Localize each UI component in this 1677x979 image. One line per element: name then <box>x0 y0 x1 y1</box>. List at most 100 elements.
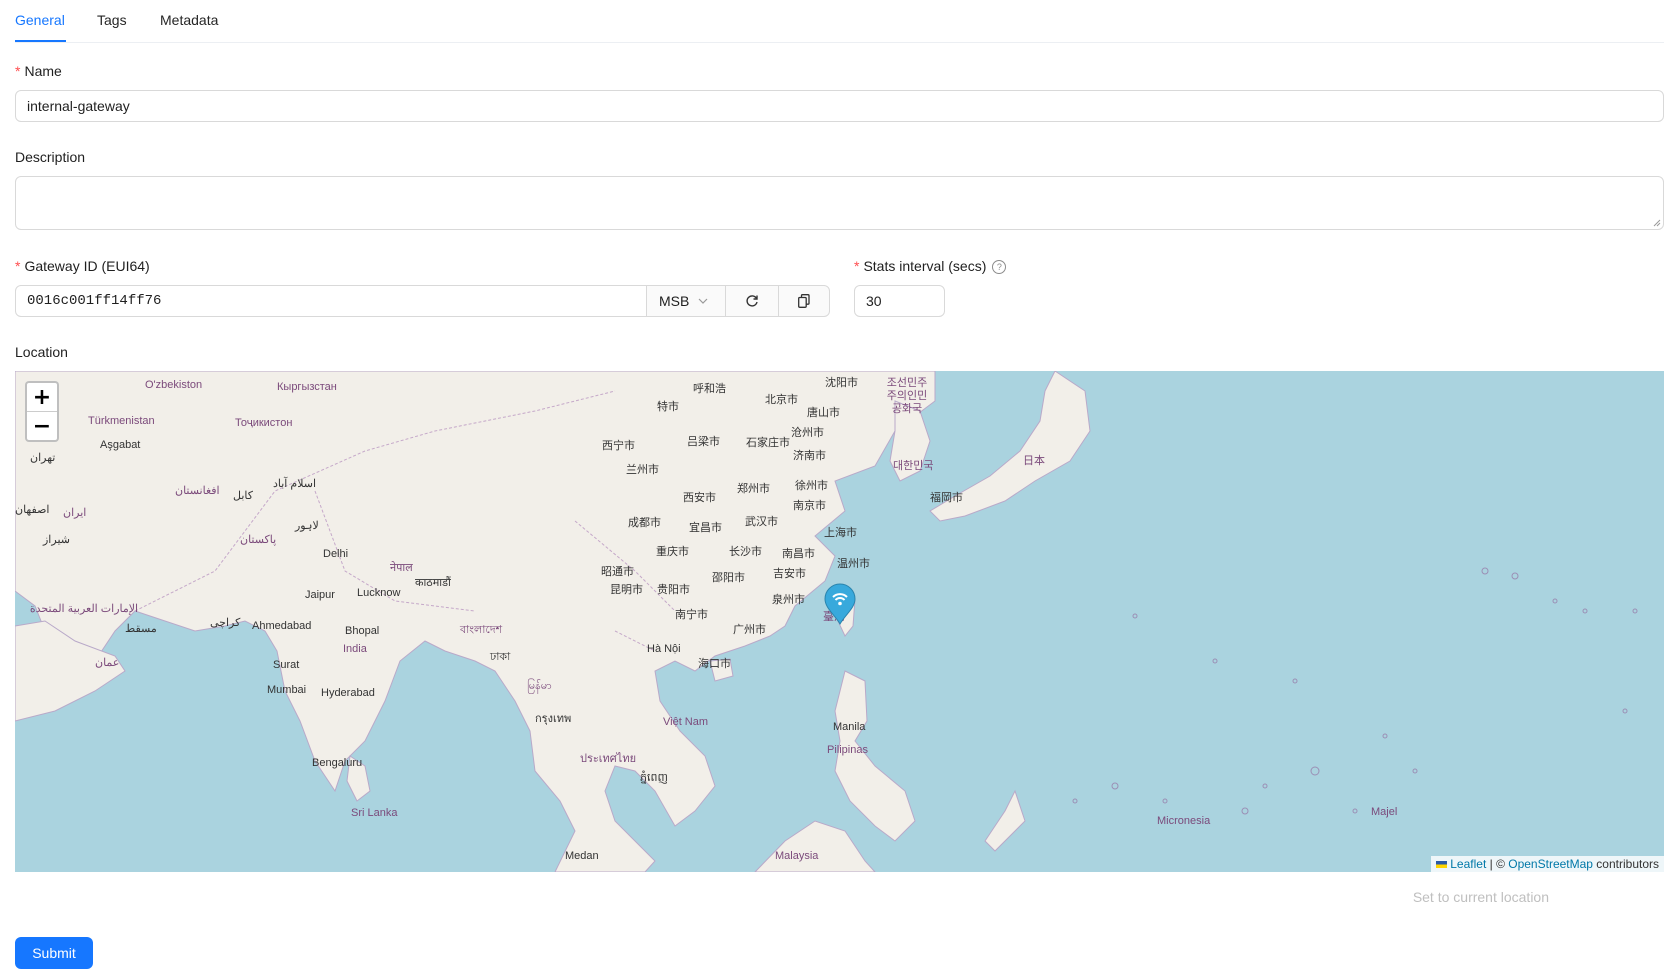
map-label: ភ្នំពេញ <box>640 772 668 784</box>
map-label: 吕梁市 <box>687 436 720 448</box>
tab-bar: General Tags Metadata <box>15 0 1664 43</box>
tab-metadata[interactable]: Metadata <box>160 12 218 28</box>
map-label: Bengaluru <box>312 757 363 769</box>
refresh-icon <box>746 295 758 307</box>
required-marker: * <box>854 258 860 274</box>
byte-order-select[interactable]: MSB <box>646 285 726 317</box>
map-label: Pilipinas <box>827 744 868 756</box>
map-label: 南昌市 <box>782 548 815 560</box>
map-label: काठमाडौं <box>415 577 451 589</box>
description-textarea[interactable] <box>15 176 1664 230</box>
location-label: Location <box>15 344 68 360</box>
map-label: Sri Lanka <box>351 807 398 819</box>
map-label: 조선민주주의인민공화국 <box>886 377 928 415</box>
map-label: 南宁市 <box>675 609 708 621</box>
gateway-id-input[interactable]: 0016c001ff14ff76 <box>15 285 647 317</box>
map-label: ประเทศไทย <box>580 753 637 765</box>
stats-interval-label: * Stats interval (secs)? <box>854 258 1007 274</box>
copy-button[interactable] <box>778 285 830 317</box>
map-label: 重庆市 <box>656 546 689 558</box>
map-label: Delhi <box>323 548 349 560</box>
map-label: 西宁市 <box>602 440 635 452</box>
map-label: اصفهان <box>15 504 50 516</box>
openstreetmap-link[interactable]: OpenStreetMap <box>1508 857 1593 871</box>
leaflet-link[interactable]: Leaflet <box>1450 857 1486 871</box>
map-label: Malaysia <box>775 850 819 862</box>
map-label: 北京市 <box>765 394 798 406</box>
map-label: 温州市 <box>837 558 870 570</box>
map-label: Jaipur <box>305 589 335 601</box>
map-label: 特市 <box>657 401 679 413</box>
map-label: नेपाल <box>390 562 413 574</box>
map-label: مسقط <box>125 623 157 635</box>
map-label: Bhopal <box>345 625 380 637</box>
resize-handle-icon[interactable] <box>1653 219 1661 227</box>
set-current-location-button[interactable]: Set to current location <box>1413 889 1549 905</box>
map-label: ایران <box>63 507 87 519</box>
map-label: 대한민국 <box>893 460 934 472</box>
generate-random-button[interactable] <box>725 285 779 317</box>
map-label: O'zbekiston <box>145 379 203 391</box>
map-label: لاہور <box>295 520 319 532</box>
map-label: 呼和浩 <box>693 383 726 395</box>
required-marker: * <box>15 63 21 79</box>
help-icon[interactable]: ? <box>992 260 1007 274</box>
map-label: عمان <box>95 657 120 669</box>
map-label: تهران <box>30 452 56 464</box>
map-label: বাংলাদেশ <box>460 624 503 636</box>
ukraine-flag-icon <box>1435 861 1447 868</box>
map-label: Medan <box>565 850 599 862</box>
map-label: 唐山市 <box>807 407 840 419</box>
map-label: Тоҷикистон <box>235 417 293 429</box>
map-label: 西安市 <box>683 492 716 504</box>
tab-general[interactable]: General <box>15 12 65 28</box>
copy-icon <box>798 294 810 308</box>
map-label: Hyderabad <box>321 687 375 699</box>
map-label: 海口市 <box>698 658 731 670</box>
zoom-in-button[interactable]: + <box>27 383 57 411</box>
map-label: 徐州市 <box>795 480 828 492</box>
map-label: اسلام آباد <box>273 478 317 490</box>
location-map[interactable]: O'zbekiston Кыргызстан Türkmenistan Aşga… <box>15 371 1664 872</box>
map-label: 沧州市 <box>791 427 824 439</box>
map-label: شیراز <box>43 534 70 546</box>
gateway-marker-icon[interactable] <box>823 583 857 625</box>
required-marker: * <box>15 258 21 274</box>
map-label: Mumbai <box>267 684 307 696</box>
map-label: 昭通市 <box>601 566 634 578</box>
map-label: Aşgabat <box>100 439 141 451</box>
map-label: India <box>343 643 367 655</box>
map-label: Türkmenistan <box>88 415 155 427</box>
map-label: کراچی <box>210 617 241 629</box>
submit-button[interactable]: Submit <box>15 937 93 969</box>
map-label: Majel <box>1371 806 1398 818</box>
stats-interval-input[interactable]: 30 <box>854 285 945 317</box>
map-label: Manila <box>833 721 866 733</box>
chevron-down-icon <box>698 298 708 304</box>
map-label: 邵阳市 <box>712 572 745 584</box>
zoom-control: + − <box>25 381 59 442</box>
map-label: 沈阳市 <box>825 377 858 389</box>
map-label: Ahmedabad <box>252 620 312 632</box>
map-label: Hà Nội <box>647 643 681 655</box>
map-label: كابل <box>233 490 253 502</box>
map-label: ঢাকা <box>490 651 511 663</box>
map-label: 武汉市 <box>745 516 778 528</box>
active-tab-indicator <box>15 40 66 42</box>
map-label: 宜昌市 <box>689 522 722 534</box>
map-label: 昆明市 <box>610 584 643 596</box>
map-label: پاکستان <box>240 534 277 546</box>
map-label: Việt Nam <box>663 716 709 728</box>
gateway-id-label: * Gateway ID (EUI64) <box>15 258 150 274</box>
map-label: 广州市 <box>733 624 766 636</box>
zoom-out-button[interactable]: − <box>27 411 57 440</box>
map-label: မြန်မာ <box>527 680 552 692</box>
map-label: 贵阳市 <box>657 584 690 596</box>
name-input[interactable]: internal-gateway <box>15 90 1664 122</box>
tab-tags[interactable]: Tags <box>97 12 127 28</box>
map-label: 成都市 <box>628 517 661 529</box>
map-label: 石家庄市 <box>746 437 790 449</box>
map-attribution: Leaflet | © OpenStreetMap contributors <box>1430 856 1664 872</box>
map-label: 上海市 <box>824 527 857 539</box>
map-label: 郑州市 <box>737 483 770 495</box>
